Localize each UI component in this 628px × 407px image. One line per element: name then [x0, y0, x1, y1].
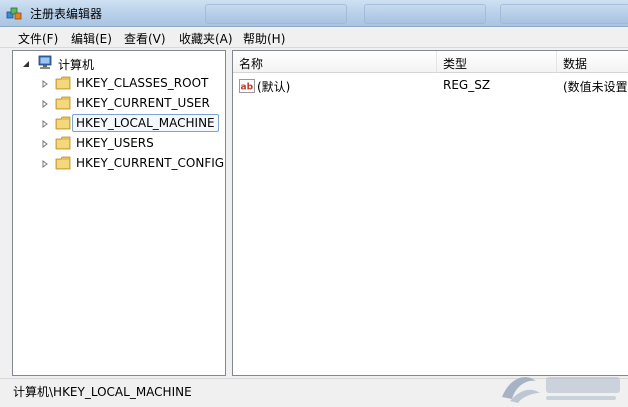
- folder-icon: [55, 136, 71, 150]
- tree-item-label: HKEY_USERS: [76, 136, 154, 150]
- string-value-icon: ab: [239, 79, 255, 93]
- taskbar-tab: [500, 4, 628, 24]
- collapse-arrow-icon[interactable]: [22, 60, 30, 68]
- tree-item-label: HKEY_CLASSES_ROOT: [76, 76, 209, 90]
- expand-arrow-icon[interactable]: [41, 80, 49, 88]
- column-header-label: 数据: [563, 57, 588, 71]
- expand-arrow-icon[interactable]: [41, 160, 49, 168]
- title-bar[interactable]: 注册表编辑器: [0, 0, 628, 27]
- window-title: 注册表编辑器: [30, 7, 103, 21]
- expand-arrow-icon[interactable]: [41, 140, 49, 148]
- computer-icon: [38, 55, 52, 69]
- folder-icon: [55, 156, 71, 170]
- value-data: (数值未设置: [563, 80, 628, 94]
- expand-arrow-icon[interactable]: [41, 120, 49, 128]
- menu-bar: 文件(F) 编辑(E) 查看(V) 收藏夹(A) 帮助(H): [0, 27, 628, 48]
- tree-root-label: 计算机: [58, 58, 95, 72]
- folder-icon: [55, 76, 71, 90]
- menu-help[interactable]: 帮助(H): [243, 30, 285, 47]
- column-header-data[interactable]: 数据: [557, 51, 628, 73]
- column-header-type[interactable]: 类型: [437, 51, 557, 73]
- tree-item-hklm[interactable]: HKEY_LOCAL_MACHINE: [13, 113, 225, 133]
- regedit-icon: [6, 7, 22, 20]
- taskbar-tab: [364, 4, 486, 24]
- tree-item-label: HKEY_CURRENT_CONFIG: [76, 156, 225, 170]
- tree-item-hkcu[interactable]: HKEY_CURRENT_USER: [13, 93, 225, 113]
- registry-tree[interactable]: 计算机 HKEY_CLASSES_ROOT HKEY_CURRENT_USER …: [12, 50, 226, 376]
- column-header-label: 名称: [239, 57, 264, 71]
- menu-file[interactable]: 文件(F): [18, 30, 58, 47]
- site-watermark-logo: [502, 377, 620, 403]
- menu-edit[interactable]: 编辑(E): [71, 30, 112, 47]
- tree-item-hkcc[interactable]: HKEY_CURRENT_CONFIG: [13, 153, 225, 173]
- column-header-name[interactable]: 名称: [233, 51, 437, 73]
- status-bar: 计算机\HKEY_LOCAL_MACHINE: [0, 377, 628, 407]
- tree-item-label-selected: HKEY_LOCAL_MACHINE: [72, 114, 219, 132]
- tree-item-hkcr[interactable]: HKEY_CLASSES_ROOT: [13, 73, 225, 93]
- menu-favorites[interactable]: 收藏夹(A): [179, 30, 233, 47]
- menu-view[interactable]: 查看(V): [124, 30, 166, 47]
- status-path: 计算机\HKEY_LOCAL_MACHINE: [13, 385, 192, 399]
- value-name[interactable]: (默认): [257, 78, 290, 95]
- folder-icon: [55, 96, 71, 110]
- tree-item-hku[interactable]: HKEY_USERS: [13, 133, 225, 153]
- tree-item-label: HKEY_CURRENT_USER: [76, 96, 210, 110]
- svg-text:ab: ab: [241, 83, 254, 93]
- column-header-label: 类型: [443, 57, 468, 71]
- folder-icon: [55, 116, 71, 130]
- taskbar-tab: [205, 4, 347, 24]
- tree-root[interactable]: 计算机: [13, 53, 225, 73]
- expand-arrow-icon[interactable]: [41, 100, 49, 108]
- value-type: REG_SZ: [443, 78, 491, 92]
- value-list[interactable]: 名称 类型 数据 ab (默认) REG_SZ (数值未设置: [232, 50, 628, 376]
